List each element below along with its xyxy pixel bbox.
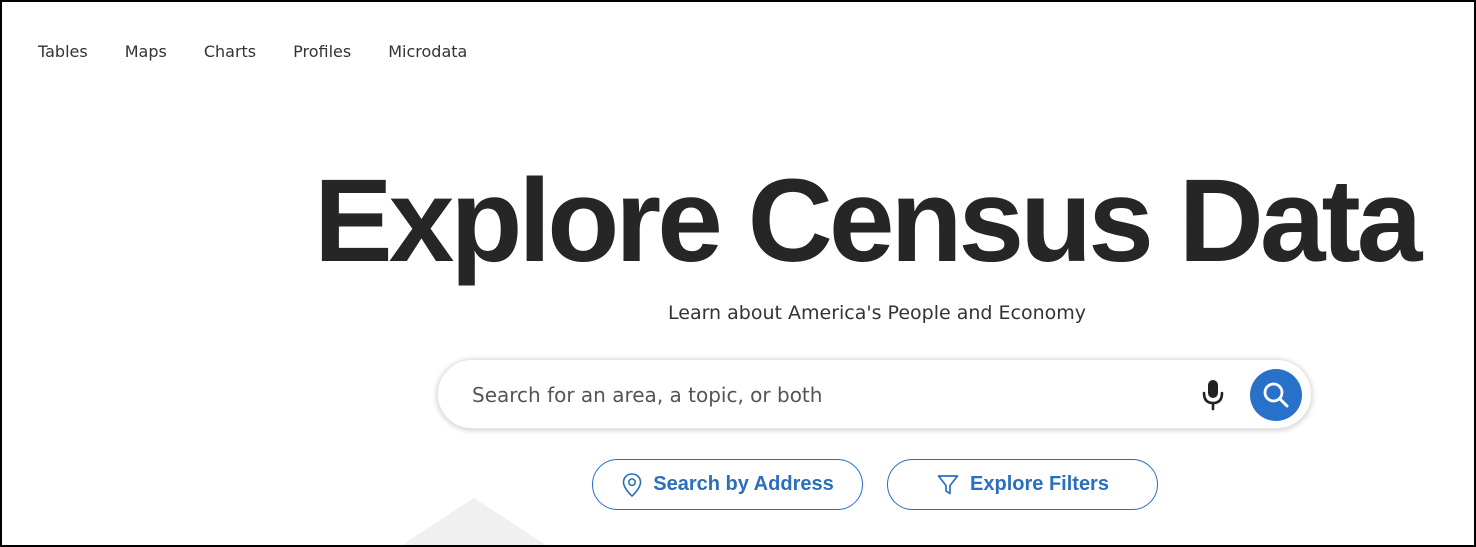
page-title: Explore Census Data bbox=[314, 155, 1422, 287]
search-icon bbox=[1263, 382, 1289, 408]
explore-filters-label: Explore Filters bbox=[970, 473, 1109, 495]
search-by-address-label: Search by Address bbox=[653, 473, 834, 495]
search-input[interactable] bbox=[472, 376, 1172, 414]
nav-item-charts[interactable]: Charts bbox=[204, 42, 256, 61]
page-subtitle: Learn about America's People and Economy bbox=[668, 302, 1086, 324]
nav-item-microdata[interactable]: Microdata bbox=[388, 42, 467, 61]
nav-item-tables[interactable]: Tables bbox=[38, 42, 88, 61]
filter-icon bbox=[936, 473, 960, 497]
search-by-address-button[interactable]: Search by Address bbox=[592, 459, 863, 510]
nav-item-profiles[interactable]: Profiles bbox=[293, 42, 351, 61]
background-triangle-shape bbox=[382, 498, 566, 545]
explore-filters-button[interactable]: Explore Filters bbox=[887, 459, 1158, 510]
page-frame: Tables Maps Charts Profiles Microdata Ex… bbox=[0, 0, 1476, 547]
location-pin-icon bbox=[621, 472, 643, 498]
microphone-icon[interactable] bbox=[1200, 378, 1226, 412]
top-nav: Tables Maps Charts Profiles Microdata bbox=[38, 42, 504, 61]
search-button[interactable] bbox=[1250, 369, 1302, 421]
search-bar bbox=[437, 359, 1312, 429]
nav-item-maps[interactable]: Maps bbox=[125, 42, 167, 61]
